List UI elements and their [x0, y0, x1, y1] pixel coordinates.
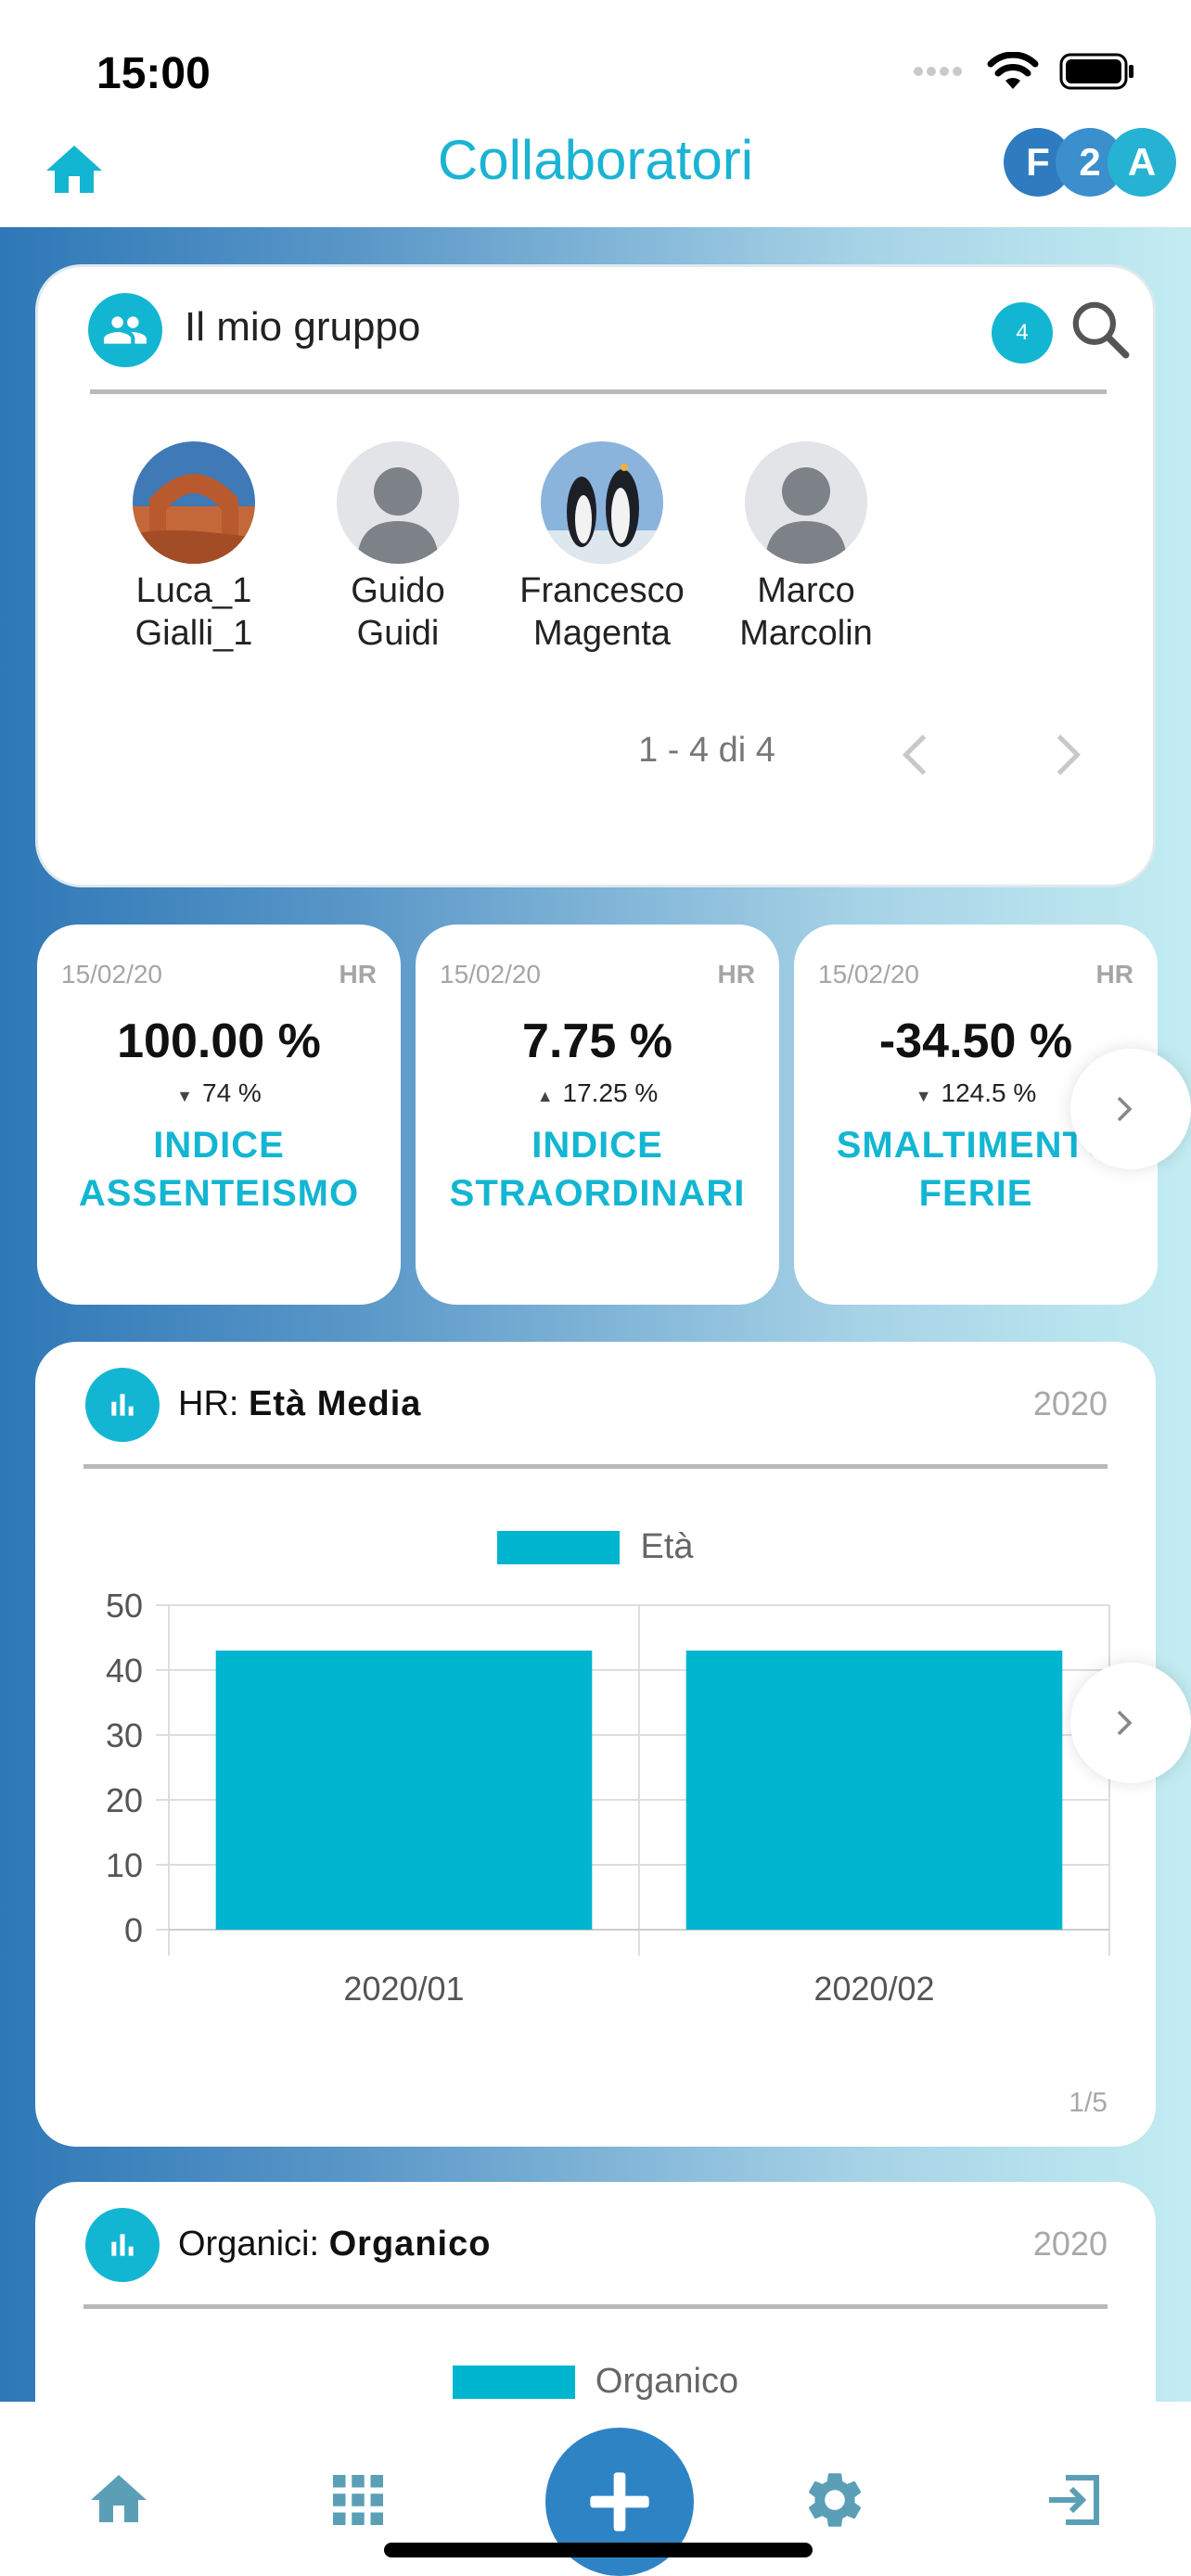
- kpi-tag: HR: [717, 960, 755, 988]
- chevron-right-icon: [1117, 1096, 1133, 1122]
- bar: [685, 1651, 1063, 1930]
- x-tick-label: 2020/01: [343, 1970, 464, 2008]
- pagination-label: 1 - 4 di 4: [638, 731, 775, 770]
- trend-down-icon: ▼: [176, 1087, 193, 1105]
- legend-label: Organico: [595, 2362, 739, 2401]
- avatar: [133, 441, 255, 564]
- bar: [215, 1651, 593, 1930]
- svg-text:2: 2: [1079, 140, 1100, 184]
- member-count-badge: 4: [992, 302, 1053, 363]
- kpi-tag: HR: [339, 960, 377, 988]
- x-tick-label: 2020/02: [813, 1970, 934, 2008]
- kpi-label: INDICE: [153, 1125, 285, 1166]
- main-content[interactable]: Il mio gruppo 4 Luca_1 Gialli_1 Guido Gu…: [0, 227, 1191, 2402]
- svg-text:A: A: [1128, 140, 1156, 184]
- y-tick-label: 30: [106, 1716, 143, 1754]
- y-tick-label: 0: [124, 1911, 143, 1949]
- home-indicator: [384, 2543, 813, 2557]
- settings-icon[interactable]: [801, 2467, 868, 2533]
- kpi-card[interactable]: 15/02/20 HR 7.75 % ▲ 17.25 % INDICE STRAO…: [416, 925, 779, 1305]
- chart-card: HR: Età Media 2020 Età 0 10 20 30 40 50 2020/0…: [35, 1342, 1156, 2147]
- chart-year: 2020: [1032, 2225, 1108, 2263]
- avatar: [337, 441, 459, 564]
- wifi-icon: [987, 52, 1039, 89]
- svg-text:F: F: [1026, 140, 1050, 184]
- y-tick-label: 20: [106, 1781, 143, 1819]
- kpi-label: ASSENTEISMO: [78, 1173, 360, 1214]
- trend-down-icon: ▼: [915, 1087, 932, 1105]
- member-item[interactable]: Francesco Magenta: [500, 441, 704, 655]
- cellular-signal-icon: [914, 67, 962, 76]
- divider: [83, 2304, 1108, 2309]
- avatar: [745, 441, 867, 564]
- chart-title: HR: Età Media: [178, 1384, 422, 1423]
- chart-card: Organici: Organico 2020 Organico: [35, 2182, 1156, 2402]
- kpi-tag: HR: [1095, 960, 1133, 988]
- status-time: 15:00: [96, 49, 211, 98]
- kpi-label: INDICE: [531, 1125, 663, 1166]
- kpi-delta: 74 %: [202, 1078, 262, 1107]
- trend-up-icon: ▲: [536, 1087, 554, 1105]
- kpi-value: 7.75 %: [522, 1014, 672, 1068]
- kpi-scroll-button[interactable]: [1070, 1049, 1191, 1169]
- legend-swatch: [452, 2365, 575, 2399]
- y-tick-label: 50: [106, 1587, 143, 1625]
- divider: [83, 1464, 1108, 1469]
- chart-legend: Organico: [35, 2362, 1156, 2402]
- kpi-date: 15/02/20: [440, 960, 541, 988]
- kpi-date: 15/02/20: [818, 960, 919, 988]
- kpi-label: FERIE: [918, 1173, 1033, 1214]
- chart-page-indicator: 1/5: [1069, 2087, 1108, 2118]
- logout-icon[interactable]: [1041, 2467, 1108, 2533]
- group-title: Il mio gruppo: [185, 304, 421, 350]
- status-bar: 15:00: [0, 0, 1191, 121]
- chevron-right-icon: [1117, 1710, 1133, 1736]
- search-icon[interactable]: [1066, 295, 1134, 363]
- app-header: Collaboratori F 2 A: [0, 121, 1191, 227]
- kpi-delta: 124.5 %: [941, 1078, 1037, 1107]
- group-icon: [88, 293, 162, 367]
- y-tick-label: 10: [106, 1846, 143, 1884]
- chart-title: Organici: Organico: [178, 2225, 492, 2264]
- kpi-label: STRAORDINARI: [449, 1173, 746, 1214]
- member-item[interactable]: Marco Marcolin: [704, 441, 908, 655]
- group-card: Il mio gruppo 4 Luca_1 Gialli_1 Guido Gu…: [35, 264, 1156, 887]
- battery-icon: [1059, 53, 1133, 90]
- member-item[interactable]: Luca_1 Gialli_1: [92, 441, 296, 655]
- legend-swatch: [497, 1530, 621, 1564]
- chart-legend: Età: [35, 1527, 1156, 1567]
- home-icon[interactable]: [85, 2467, 152, 2533]
- avatar: [541, 441, 663, 564]
- f2a-logo: F 2 A: [1004, 128, 1176, 197]
- y-tick-label: 40: [106, 1651, 143, 1690]
- kpi-date: 15/02/20: [61, 960, 162, 988]
- chart-scroll-button[interactable]: [1070, 1663, 1191, 1783]
- bar-chart-icon: [85, 1368, 160, 1442]
- chart-year: 2020: [1032, 1384, 1108, 1422]
- bar-chart-icon: [85, 2208, 160, 2282]
- kpi-delta: 17.25 %: [562, 1078, 659, 1107]
- chevron-left-icon[interactable]: [890, 727, 945, 783]
- divider: [90, 389, 1107, 394]
- legend-label: Età: [640, 1527, 694, 1566]
- kpi-value: 100.00 %: [117, 1014, 321, 1068]
- add-icon: [590, 2472, 649, 2531]
- member-item[interactable]: Guido Guidi: [296, 441, 500, 655]
- bar-chart: 0 10 20 30 40 50 2020/01 2020/02: [106, 1587, 1110, 2008]
- apps-grid-icon[interactable]: [325, 2467, 391, 2533]
- kpi-card[interactable]: 15/02/20 HR 100.00 % ▼ 74 % INDICE ASSENT…: [37, 925, 401, 1305]
- chevron-right-icon[interactable]: [1038, 727, 1094, 783]
